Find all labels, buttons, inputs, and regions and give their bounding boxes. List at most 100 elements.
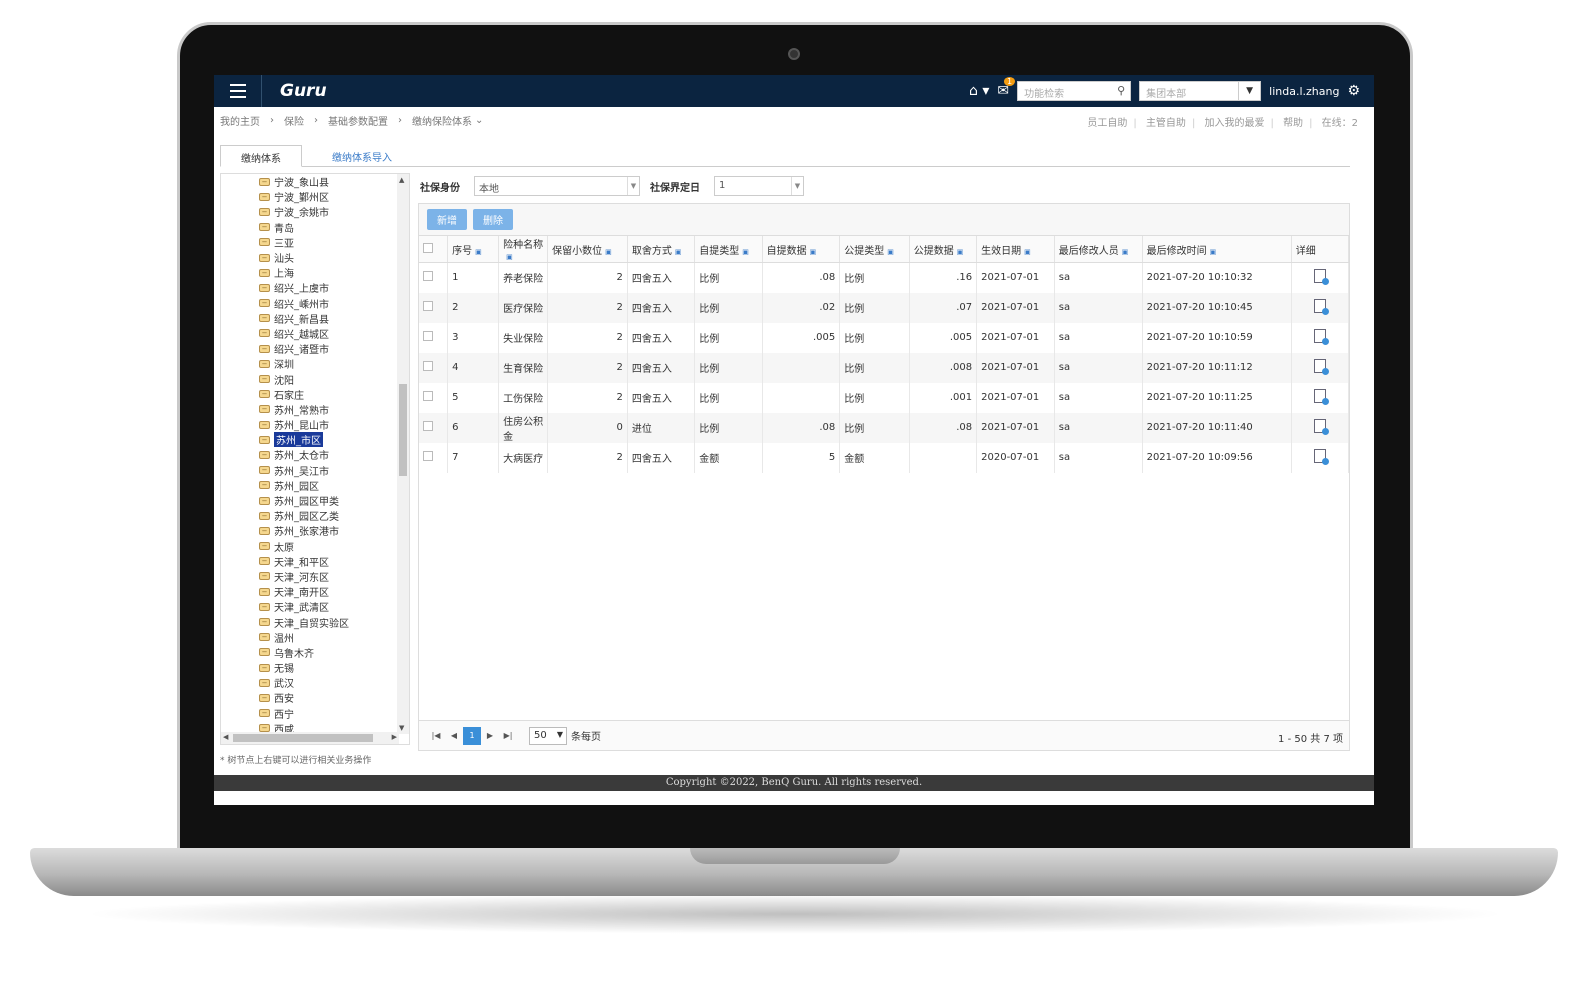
last-page-button[interactable]: ▶| bbox=[499, 727, 517, 745]
tree-vertical-scrollbar[interactable]: ▲ ▼ bbox=[397, 174, 409, 734]
tree-item[interactable]: − 温州 bbox=[221, 630, 409, 645]
tree-item[interactable]: − 天津_南开区 bbox=[221, 584, 409, 599]
row-checkbox[interactable] bbox=[423, 451, 433, 461]
row-checkbox[interactable] bbox=[423, 331, 433, 341]
tree-item[interactable]: − 天津_武清区 bbox=[221, 599, 409, 614]
home-icon[interactable]: ⌂ ▾ bbox=[969, 83, 989, 99]
next-page-button[interactable]: ▶ bbox=[481, 727, 499, 745]
tree-item[interactable]: − 苏州_常熟市 bbox=[221, 402, 409, 417]
link-manager-service[interactable]: 主管自助 bbox=[1146, 118, 1186, 129]
sort-icon[interactable]: ▣ bbox=[1024, 248, 1031, 256]
message-icon[interactable]: ✉ 1 bbox=[997, 77, 1016, 99]
page-size-select[interactable]: 50 ▼ bbox=[529, 726, 567, 745]
gear-icon[interactable]: ⚙ bbox=[1347, 83, 1360, 99]
add-button[interactable]: 新增 bbox=[427, 209, 467, 230]
column-header[interactable]: 公提数据 ▣ bbox=[909, 236, 978, 263]
sort-icon[interactable]: ▣ bbox=[810, 248, 817, 256]
tree-item[interactable]: − 绍兴_上虞市 bbox=[221, 280, 409, 295]
tree-item[interactable]: − 苏州_昆山市 bbox=[221, 417, 409, 432]
prev-page-button[interactable]: ◀ bbox=[445, 727, 463, 745]
tree-item[interactable]: − 苏州_张家港市 bbox=[221, 523, 409, 538]
column-header[interactable]: 险种名称 ▣ bbox=[498, 236, 549, 263]
tree-item[interactable]: − 苏州_市区 bbox=[221, 432, 409, 448]
column-header[interactable]: 自提类型 ▣ bbox=[694, 236, 763, 263]
current-page[interactable]: 1 bbox=[463, 726, 481, 745]
column-header[interactable]: 自提数据 ▣ bbox=[762, 236, 841, 263]
sort-icon[interactable]: ▣ bbox=[1122, 248, 1129, 256]
function-search-input[interactable]: 功能检索 ⚲ bbox=[1017, 81, 1132, 101]
sort-icon[interactable]: ▣ bbox=[675, 248, 682, 256]
table-row[interactable]: 7 大病医疗 2 四舍五入 金额 5 金额 2020-07-01 sa 2021-07-20 10… bbox=[419, 442, 1350, 473]
tab-payment-system[interactable]: 缴纳体系 bbox=[220, 145, 302, 167]
detail-icon[interactable] bbox=[1313, 299, 1329, 315]
tree-item[interactable]: − 苏州_园区 bbox=[221, 478, 409, 493]
user-name[interactable]: linda.l.zhang bbox=[1269, 85, 1339, 98]
sort-icon[interactable]: ▣ bbox=[887, 248, 894, 256]
breadcrumb-current[interactable]: 缴纳保险体系 bbox=[412, 113, 472, 128]
table-row[interactable]: 6 住房公积金 0 进位 比例 .08 比例 .08 2021-07-01 sa 2021-07-2… bbox=[419, 412, 1350, 443]
detail-icon[interactable] bbox=[1313, 269, 1329, 286]
detail-icon[interactable] bbox=[1313, 359, 1329, 375]
detail-icon[interactable] bbox=[1313, 329, 1329, 345]
column-header[interactable]: 生效日期 ▣ bbox=[976, 236, 1055, 263]
breadcrumb-config[interactable]: 基础参数配置 bbox=[328, 113, 388, 128]
tree-item[interactable]: − 天津_和平区 bbox=[221, 554, 409, 569]
column-header[interactable]: 序号 ▣ bbox=[447, 236, 500, 263]
column-header[interactable]: 公提类型 ▣ bbox=[839, 236, 910, 263]
identity-select[interactable]: 本地 ▼ bbox=[474, 176, 640, 196]
breadcrumb-insurance[interactable]: 保险 bbox=[284, 113, 304, 128]
column-header[interactable]: 详细 bbox=[1291, 236, 1350, 263]
table-row[interactable]: 4 生育保险 2 四舍五入 比例 比例 .008 2021-07-01 sa 2021-07-20… bbox=[419, 352, 1350, 383]
tree-item[interactable]: − 绍兴_新昌县 bbox=[221, 311, 409, 326]
column-header[interactable]: 取舍方式 ▣ bbox=[627, 236, 696, 263]
tree-item[interactable]: − 宁波_象山县 bbox=[221, 174, 409, 189]
search-icon[interactable]: ⚲ bbox=[1117, 84, 1125, 97]
sort-icon[interactable]: ▣ bbox=[742, 248, 749, 256]
date-select[interactable]: 1 ▼ bbox=[714, 176, 804, 196]
menu-icon[interactable] bbox=[214, 75, 262, 107]
select-all-checkbox[interactable] bbox=[423, 242, 433, 253]
table-row[interactable]: 3 失业保险 2 四舍五入 比例 .005 比例 .005 2021-07-01 sa 2021-0… bbox=[419, 322, 1350, 353]
tree-item[interactable]: − 苏州_太仓市 bbox=[221, 447, 409, 462]
tree-item[interactable]: − 绍兴_越城区 bbox=[221, 326, 409, 341]
tree-item[interactable]: − 无锡 bbox=[221, 660, 409, 675]
row-checkbox[interactable] bbox=[423, 391, 433, 401]
link-add-favorite[interactable]: 加入我的最爱 bbox=[1205, 118, 1265, 129]
link-self-service[interactable]: 员工自助 bbox=[1087, 118, 1127, 129]
detail-icon[interactable] bbox=[1313, 419, 1329, 435]
sort-icon[interactable]: ▣ bbox=[1210, 248, 1217, 256]
sort-icon[interactable]: ▣ bbox=[475, 248, 482, 256]
tree-item[interactable]: − 苏州_园区甲类 bbox=[221, 493, 409, 508]
table-row[interactable]: 2 医疗保险 2 四舍五入 比例 .02 比例 .07 2021-07-01 sa 2021-07-… bbox=[419, 292, 1350, 323]
sort-icon[interactable]: ▣ bbox=[506, 253, 513, 261]
tree-horizontal-scrollbar[interactable]: ◀ ▶ bbox=[221, 732, 399, 744]
tree-item[interactable]: − 宁波_余姚市 bbox=[221, 204, 409, 219]
first-page-button[interactable]: |◀ bbox=[427, 727, 445, 745]
tree-item[interactable]: − 天津_河东区 bbox=[221, 569, 409, 584]
tree-item[interactable]: − 绍兴_嵊州市 bbox=[221, 296, 409, 311]
column-header[interactable]: 最后修改人员 ▣ bbox=[1054, 236, 1143, 263]
tab-payment-import[interactable]: 缴纳体系导入 bbox=[312, 145, 412, 167]
tree-item[interactable]: − 绍兴_诸暨市 bbox=[221, 341, 409, 356]
tree-item[interactable]: − 西安 bbox=[221, 690, 409, 705]
row-checkbox[interactable] bbox=[423, 271, 433, 282]
column-header[interactable]: 最后修改时间 ▣ bbox=[1142, 236, 1292, 263]
tree-item[interactable]: − 太原 bbox=[221, 539, 409, 554]
delete-button[interactable]: 删除 bbox=[473, 209, 513, 230]
sort-icon[interactable]: ▣ bbox=[605, 248, 612, 256]
tree-item[interactable]: − 沈阳 bbox=[221, 371, 409, 387]
row-checkbox[interactable] bbox=[423, 421, 433, 431]
tree-item[interactable]: − 苏州_园区乙类 bbox=[221, 508, 409, 523]
tree-item[interactable]: − 深圳 bbox=[221, 356, 409, 371]
tree-item[interactable]: − 宁波_鄞州区 bbox=[221, 189, 409, 204]
tree-item[interactable]: − 苏州_吴江市 bbox=[221, 463, 409, 478]
row-checkbox[interactable] bbox=[423, 361, 433, 371]
tree-item[interactable]: − 汕头 bbox=[221, 250, 409, 265]
tree-item[interactable]: − 上海 bbox=[221, 265, 409, 280]
chevron-down-icon[interactable]: ▼ bbox=[1238, 82, 1260, 100]
sort-icon[interactable]: ▣ bbox=[957, 248, 964, 256]
org-select[interactable]: 集团本部 ▼ bbox=[1139, 81, 1262, 101]
link-help[interactable]: 帮助 bbox=[1283, 118, 1303, 129]
tree-item[interactable]: − 三亚 bbox=[221, 235, 409, 250]
breadcrumb-home[interactable]: 我的主页 bbox=[220, 113, 260, 128]
